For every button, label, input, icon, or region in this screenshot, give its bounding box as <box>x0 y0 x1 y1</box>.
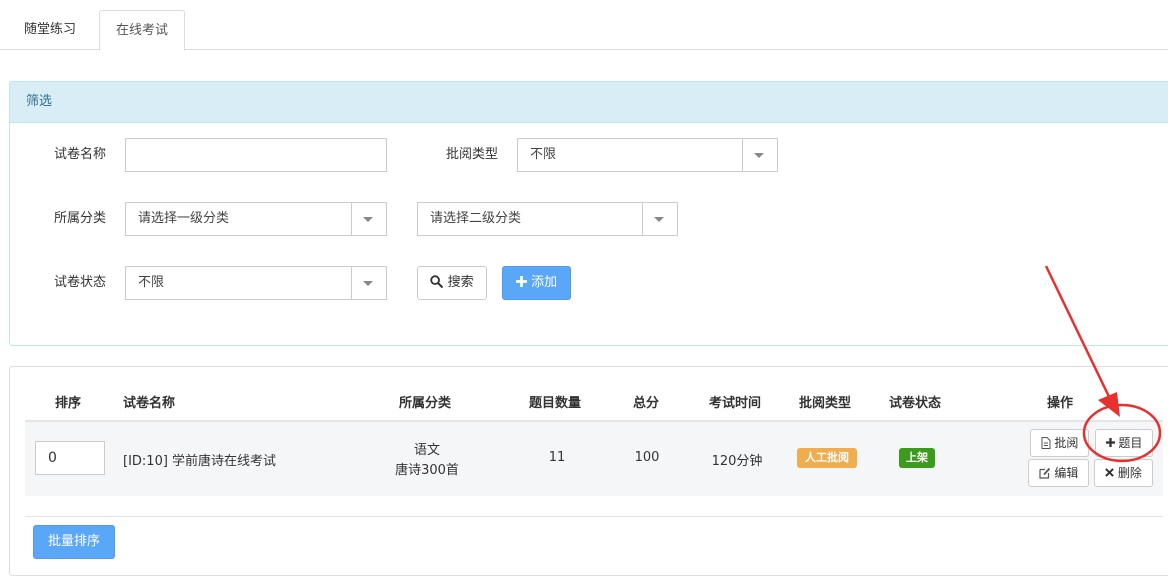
col-header-count: 题目数量 <box>529 396 582 411</box>
search-icon <box>430 275 444 288</box>
tab-bar: 随堂练习 在线考试 <box>0 0 1168 51</box>
category1-value: 请选择一级分类 <box>138 211 230 226</box>
tab-online-exam[interactable]: 在线考试 <box>99 10 186 51</box>
delete-button[interactable]: 删除 <box>1094 459 1153 487</box>
paper-name-label: 试卷名称 <box>54 147 107 162</box>
total-score-cell: 100 <box>634 450 660 465</box>
status-select[interactable]: 不限 <box>125 266 387 300</box>
question-count-cell: 11 <box>548 450 566 465</box>
questions-button-label: 题目 <box>1118 436 1143 450</box>
col-header-review-type: 批阅类型 <box>799 396 852 411</box>
plus-icon <box>515 276 527 287</box>
edit-button-label: 编辑 <box>1054 466 1079 480</box>
category-label: 所属分类 <box>54 211 107 226</box>
add-button-label: 添加 <box>531 275 558 290</box>
search-button[interactable]: 搜索 <box>417 266 487 300</box>
paper-name-cell: [ID:10] 学前唐诗在线考试 <box>123 454 277 469</box>
add-button[interactable]: 添加 <box>502 266 571 300</box>
status-badge: 上架 <box>899 448 935 468</box>
category-line2: 唐诗300首 <box>395 463 459 478</box>
divider <box>25 516 1163 517</box>
category2-select[interactable]: 请选择二级分类 <box>417 202 678 236</box>
search-button-label: 搜索 <box>447 275 474 290</box>
close-icon <box>1105 468 1114 477</box>
review-button[interactable]: 批阅 <box>1030 429 1089 457</box>
chevron-down-icon <box>363 217 373 222</box>
delete-button-label: 删除 <box>1117 466 1142 480</box>
review-type-badge: 人工批阅 <box>797 448 857 468</box>
review-type-select[interactable]: 不限 <box>517 138 778 172</box>
document-icon <box>1041 437 1051 449</box>
col-header-time: 考试时间 <box>709 396 762 411</box>
questions-button[interactable]: 题目 <box>1095 429 1153 457</box>
category-line1: 语文 <box>413 443 440 458</box>
col-header-name: 试卷名称 <box>123 396 176 411</box>
category2-value: 请选择二级分类 <box>430 211 522 226</box>
col-header-status: 试卷状态 <box>889 396 942 411</box>
status-value: 不限 <box>138 275 165 290</box>
review-type-value: 不限 <box>530 147 557 162</box>
chevron-down-icon <box>654 217 664 222</box>
edit-button[interactable]: 编辑 <box>1028 459 1089 487</box>
col-header-category: 所属分类 <box>399 396 452 411</box>
review-type-label: 批阅类型 <box>446 147 499 162</box>
batch-sort-button[interactable]: 批量排序 <box>33 525 115 559</box>
filter-panel-header: 筛选 <box>10 82 1168 123</box>
category1-select[interactable]: 请选择一级分类 <box>125 202 387 236</box>
batch-sort-button-label: 批量排序 <box>47 534 100 549</box>
plus-icon <box>1105 438 1115 447</box>
exam-time-cell: 120分钟 <box>711 454 763 469</box>
tab-practice[interactable]: 随堂练习 <box>8 10 92 51</box>
chevron-down-icon <box>363 281 373 286</box>
status-label: 试卷状态 <box>54 275 107 290</box>
paper-name-input[interactable] <box>125 138 387 172</box>
chevron-down-icon <box>754 153 764 158</box>
col-header-actions: 操作 <box>1047 396 1074 411</box>
sort-input[interactable] <box>35 441 105 475</box>
review-button-label: 批阅 <box>1054 436 1079 450</box>
col-header-sort: 排序 <box>55 396 82 411</box>
edit-icon <box>1038 467 1050 479</box>
col-header-score: 总分 <box>633 396 660 411</box>
